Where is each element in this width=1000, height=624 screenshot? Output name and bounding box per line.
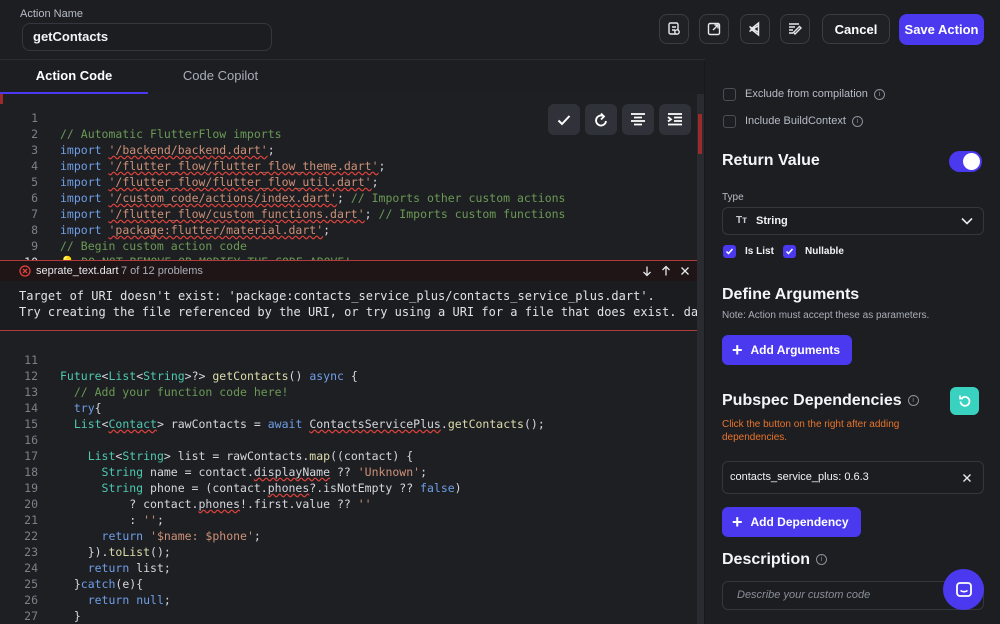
description-title: Description i [722,551,828,569]
code-line: 12 // Add your function code here! [24,369,289,399]
include-build-context-checkbox[interactable] [723,114,736,128]
code-line: 27 } [24,609,38,623]
code-line: 22 }).toList(); [24,529,171,559]
close-icon[interactable] [962,473,972,483]
pubspec-dependencies-title: Pubspec Dependencies i [722,392,919,410]
plus-icon: + [732,340,743,360]
code-line: 9 💡 DO NOT REMOVE OR MODIFY THE CODE ABO… [31,239,351,269]
reset-icon[interactable] [585,104,617,135]
indent-icon[interactable] [659,104,691,135]
code-line: 21 return '$name: $phone'; [24,513,261,543]
code-line: 15 [24,417,38,431]
define-arguments-title: Define Arguments [722,286,860,303]
arrow-up-icon[interactable] [660,265,672,277]
problem-header: seprate_text.dart 7 of 12 problems [0,261,697,281]
is-list-checkbox[interactable] [723,244,736,258]
code-line: 18 String phone = (contact.phones?.isNot… [24,465,462,495]
vscode-icon[interactable] [740,14,770,44]
format-icon[interactable] [780,14,810,44]
type-select[interactable]: Tт String [722,207,984,235]
nullable-label: Nullable [805,245,844,257]
plus-icon: + [732,512,743,532]
return-value-title: Return Value [722,152,820,169]
code-line: 13 try{ [24,385,102,415]
refresh-dependencies-button[interactable] [950,387,979,415]
code-line: 16 List<String> list = rawContacts.map((… [24,433,414,463]
error-icon [19,265,31,277]
code-line: 3 import '/flutter_flow/flutter_flow_the… [31,143,386,173]
code-line: 5 import '/custom_code/actions/index.dar… [31,175,566,205]
exclude-compilation-checkbox[interactable] [723,87,736,101]
define-arguments-note: Note: Action must accept these as parame… [722,310,930,321]
code-line: 25 return null; [24,577,171,607]
top-bar: Action Name getContacts Cancel Save Acti… [0,0,1000,60]
tab-code-copilot[interactable]: Code Copilot [148,60,293,94]
code-line: 8 // Begin custom action code [31,223,247,253]
info-icon: i [851,115,863,127]
code-line: 23 return list; [24,545,171,575]
info-icon: i [816,554,828,566]
editor-scrollbar[interactable] [697,94,704,624]
code-line: 28 [0,608,28,624]
info-icon: i [873,88,885,100]
chevron-down-icon [961,217,973,225]
return-value-toggle[interactable] [949,151,982,172]
check-icon[interactable] [548,104,580,135]
action-name-input[interactable]: getContacts [22,23,272,51]
code-line: 2 import '/backend/backend.dart'; [31,127,275,157]
nullable-row[interactable]: Nullable [783,242,844,260]
type-value: String [756,215,788,227]
code-line: 10 import 'package:contacts_service_plus… [0,238,517,285]
problem-file: seprate_text.dart [36,265,119,277]
action-name-label: Action Name [20,8,83,20]
include-build-context-row[interactable]: Include BuildContext i [723,112,863,130]
code-line: 14 List<Contact> rawContacts = await Con… [24,401,545,431]
refresh-icon [958,395,970,407]
save-action-button[interactable]: Save Action [899,14,984,45]
pubspec-note: Click the button on the right after addi… [722,419,900,443]
settings-panel: Exclude from compilation i Include Build… [705,59,1000,624]
text-type-icon: Tт [736,215,748,226]
open-external-icon[interactable] [699,14,729,44]
problem-count: 7 of 12 problems [121,265,203,277]
close-icon[interactable] [679,265,691,277]
chat-icon [955,581,972,597]
cancel-button[interactable]: Cancel [822,14,890,44]
editor-tabs: Action Code Code Copilot [0,60,704,94]
code-line: 20 : ''; [24,497,164,527]
code-line: 24 }catch(e){ [24,561,144,591]
dependency-value: contacts_service_plus: 0.6.3 [730,471,869,483]
exclude-compilation-row[interactable]: Exclude from compilation i [723,85,885,103]
nullable-checkbox[interactable] [783,244,796,258]
add-dependency-button[interactable]: + Add Dependency [722,507,861,537]
dependency-input[interactable]: contacts_service_plus: 0.6.3 [722,461,984,494]
code-line: 4 import '/flutter_flow/flutter_flow_uti… [31,159,379,189]
copy-icon[interactable] [659,14,689,44]
tab-action-code[interactable]: Action Code [0,60,148,94]
align-center-icon[interactable] [622,104,654,135]
code-line: 6 import '/flutter_flow/custom_functions… [31,191,566,221]
include-build-context-label: Include BuildContext [745,115,846,127]
is-list-label: Is List [745,245,774,257]
add-arguments-button[interactable]: + Add Arguments [722,335,853,365]
code-line: 11 Future<List<String>?> getContacts() a… [24,353,358,383]
code-line: 26 } [24,593,81,623]
problem-message-line-1: Target of URI doesn't exist: 'package:co… [19,289,655,303]
arrow-down-icon[interactable] [641,265,653,277]
chat-support-button[interactable] [943,569,984,610]
code-line: 17 String name = contact.displayName ?? … [24,449,427,479]
is-list-row[interactable]: Is List [723,242,774,260]
exclude-compilation-label: Exclude from compilation [745,88,868,100]
type-label: Type [722,192,744,203]
code-line: 1 // Automatic FlutterFlow imports [31,111,282,141]
problem-panel: seprate_text.dart 7 of 12 problems Targe… [0,260,704,331]
info-icon: i [907,395,919,407]
code-editor[interactable]: 1 // Automatic FlutterFlow imports 2 imp… [0,94,704,624]
code-line: 19 ? contact.phones!.first.value ?? '' [24,481,372,511]
code-line: 7 import 'package:flutter/material.dart'… [31,207,331,237]
problem-message-line-2: Try creating the file referenced by the … [19,305,704,319]
